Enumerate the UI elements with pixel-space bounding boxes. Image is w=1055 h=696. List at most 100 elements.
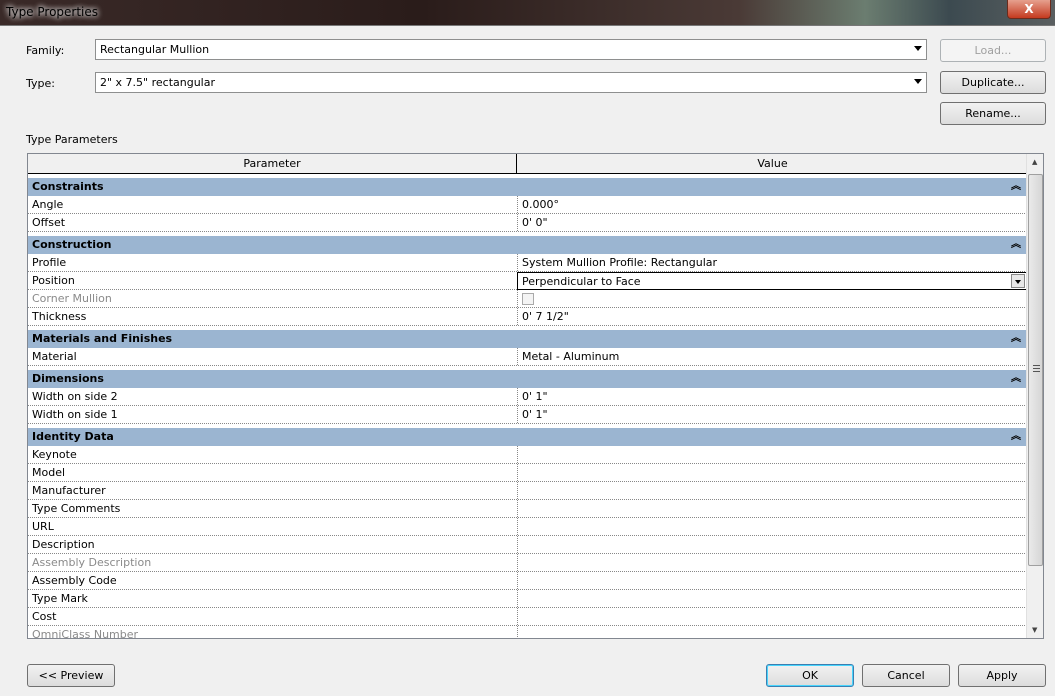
- parameter-row: Angle 0.000°: [28, 196, 1027, 214]
- value-column-header[interactable]: Value: [518, 154, 1027, 173]
- grid-header: Parameter Value: [28, 154, 1027, 174]
- parameter-row: Description: [28, 536, 1027, 554]
- dropdown-value: Perpendicular to Face: [522, 275, 641, 288]
- section-header-construction[interactable]: Construction ︽: [28, 232, 1027, 254]
- parameter-value[interactable]: [517, 536, 1027, 553]
- parameter-name: Assembly Description: [32, 556, 152, 569]
- parameter-name: Width on side 1: [32, 408, 118, 421]
- window-title: Type Properties: [6, 5, 99, 19]
- collapse-icon[interactable]: ︽: [1011, 428, 1021, 446]
- parameter-row: Manufacturer: [28, 482, 1027, 500]
- parameter-row: Offset 0' 0": [28, 214, 1027, 232]
- parameter-name: Width on side 2: [32, 390, 118, 403]
- parameter-name: Offset: [32, 216, 66, 229]
- scrollbar-thumb[interactable]: [1028, 174, 1043, 566]
- parameter-name: Cost: [32, 610, 57, 623]
- type-parameters-grid: Parameter Value Constraints ︽ Angle 0.000° O…: [27, 153, 1044, 639]
- parameter-name: Thickness: [32, 310, 87, 323]
- parameter-value[interactable]: System Mullion Profile: Rectangular: [517, 254, 1027, 271]
- section-header-materials-and-finishes[interactable]: Materials and Finishes ︽: [28, 326, 1027, 348]
- corner-mullion-checkbox[interactable]: [522, 293, 534, 305]
- parameter-row: Model: [28, 464, 1027, 482]
- parameter-value[interactable]: Metal - Aluminum: [517, 348, 1027, 365]
- parameter-value[interactable]: 0' 0": [517, 214, 1027, 231]
- parameter-row: URL: [28, 518, 1027, 536]
- grip-icon: [1033, 365, 1040, 372]
- section-header-identity-data[interactable]: Identity Data ︽: [28, 424, 1027, 446]
- type-select[interactable]: 2" x 7.5" rectangular: [95, 72, 927, 93]
- parameter-name: Assembly Code: [32, 574, 117, 587]
- parameter-value[interactable]: 0' 7 1/2": [517, 308, 1027, 325]
- grid-rows: Constraints ︽ Angle 0.000° Offset 0' 0" Constr…: [28, 174, 1027, 639]
- parameter-row: Width on side 2 0' 1": [28, 388, 1027, 406]
- type-parameters-label: Type Parameters: [26, 133, 118, 146]
- parameter-value[interactable]: [517, 572, 1027, 589]
- parameter-value[interactable]: 0.000°: [517, 196, 1027, 213]
- parameter-value[interactable]: [517, 608, 1027, 625]
- parameter-name: URL: [32, 520, 54, 533]
- scroll-up-icon[interactable]: ▲: [1032, 158, 1037, 166]
- parameter-value[interactable]: 0' 1": [517, 406, 1027, 423]
- close-button[interactable]: X: [1007, 0, 1051, 19]
- parameter-row: Position Perpendicular to Face: [28, 272, 1027, 290]
- parameter-name: Description: [32, 538, 95, 551]
- apply-button[interactable]: Apply: [958, 664, 1046, 687]
- position-dropdown[interactable]: Perpendicular to Face: [517, 272, 1027, 290]
- section-title: Constraints: [32, 180, 104, 193]
- section-header-constraints[interactable]: Constraints ︽: [28, 174, 1027, 196]
- parameter-name: Corner Mullion: [32, 292, 112, 305]
- parameter-row: Keynote: [28, 446, 1027, 464]
- parameter-row: Type Comments: [28, 500, 1027, 518]
- chevron-down-icon[interactable]: [1011, 274, 1025, 288]
- vertical-scrollbar[interactable]: ▲ ▼: [1026, 154, 1043, 638]
- collapse-icon[interactable]: ︽: [1011, 178, 1021, 196]
- parameter-value[interactable]: [517, 446, 1027, 463]
- collapse-icon[interactable]: ︽: [1011, 330, 1021, 348]
- parameter-name: Manufacturer: [32, 484, 106, 497]
- preview-button[interactable]: << Preview: [27, 664, 115, 687]
- type-properties-dialog: Family: Rectangular Mullion Type: 2" x 7…: [0, 25, 1055, 696]
- section-title: Dimensions: [32, 372, 104, 385]
- parameter-value[interactable]: 0' 1": [517, 388, 1027, 405]
- collapse-icon[interactable]: ︽: [1011, 236, 1021, 254]
- parameter-row: Cost: [28, 608, 1027, 626]
- parameter-name: OmniClass Number: [32, 628, 139, 639]
- collapse-icon[interactable]: ︽: [1011, 370, 1021, 388]
- parameter-row: Assembly Description: [28, 554, 1027, 572]
- parameter-row: Type Mark: [28, 590, 1027, 608]
- parameter-value[interactable]: [517, 626, 1027, 638]
- parameter-name: Type Mark: [32, 592, 88, 605]
- parameter-name: Angle: [32, 198, 64, 211]
- parameter-name: Profile: [32, 256, 67, 269]
- parameter-name: Type Comments: [32, 502, 121, 515]
- family-label: Family:: [26, 44, 65, 57]
- parameter-name: Keynote: [32, 448, 77, 461]
- parameter-value[interactable]: [517, 464, 1027, 481]
- parameter-value: [517, 290, 1027, 307]
- parameter-name: Model: [32, 466, 66, 479]
- section-title: Materials and Finishes: [32, 332, 173, 345]
- type-value: 2" x 7.5" rectangular: [100, 76, 216, 89]
- parameter-row: Assembly Code: [28, 572, 1027, 590]
- parameter-value[interactable]: [517, 518, 1027, 535]
- ok-button[interactable]: OK: [766, 664, 854, 687]
- parameter-row: Material Metal - Aluminum: [28, 348, 1027, 366]
- parameter-row: Width on side 1 0' 1": [28, 406, 1027, 424]
- section-header-dimensions[interactable]: Dimensions ︽: [28, 366, 1027, 388]
- parameter-row: OmniClass Number: [28, 626, 1027, 639]
- chevron-down-icon: [914, 79, 922, 84]
- rename-button[interactable]: Rename...: [940, 102, 1046, 125]
- family-select[interactable]: Rectangular Mullion: [95, 39, 927, 60]
- parameter-column-header[interactable]: Parameter: [28, 154, 517, 173]
- load-button[interactable]: Load...: [940, 39, 1046, 62]
- parameter-value[interactable]: [517, 500, 1027, 517]
- parameter-row: Corner Mullion: [28, 290, 1027, 308]
- cancel-button[interactable]: Cancel: [862, 664, 950, 687]
- scroll-down-icon[interactable]: ▼: [1032, 626, 1037, 634]
- parameter-value[interactable]: [517, 554, 1027, 571]
- parameter-row: Thickness 0' 7 1/2": [28, 308, 1027, 326]
- section-title: Identity Data: [32, 430, 114, 443]
- parameter-value[interactable]: [517, 590, 1027, 607]
- duplicate-button[interactable]: Duplicate...: [940, 71, 1046, 94]
- parameter-value[interactable]: [517, 482, 1027, 499]
